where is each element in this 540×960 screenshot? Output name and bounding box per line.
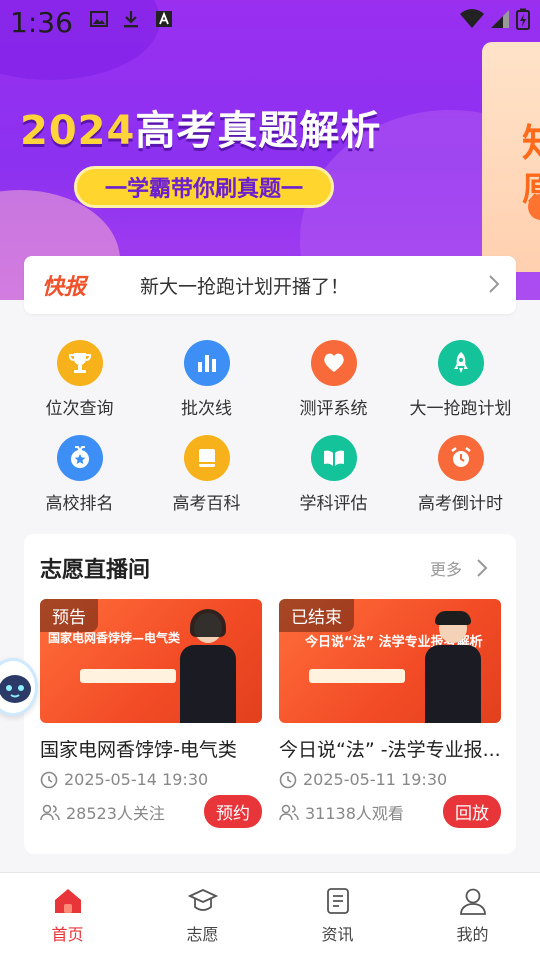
thumbnail-date-band xyxy=(309,669,405,683)
next-banner-card[interactable]: 知 原 xyxy=(482,42,540,272)
shortcut-label: 批次线 xyxy=(181,399,232,419)
clock-icon xyxy=(40,771,58,788)
thumbnail-title: 国家电网香饽饽—电气类 xyxy=(48,631,181,645)
tab-profile[interactable]: 我的 xyxy=(405,873,540,960)
bar-chart-icon xyxy=(183,340,230,386)
shortcut-batch-line[interactable]: 批次线 xyxy=(143,340,270,419)
live-thumbnail[interactable]: 已结束 今日说“法” 法学专业报考解析 xyxy=(279,599,501,723)
shortcut-label: 位次查询 xyxy=(45,399,114,419)
shortcut-subject-evaluation[interactable]: 学科评估 xyxy=(270,435,397,514)
banner-subtitle: 一学霸带你刷真题一 xyxy=(74,166,334,208)
banner-title-text: 高考真题解析 xyxy=(135,108,382,154)
shortcut-gaokao-wiki[interactable]: 高考百科 xyxy=(143,435,270,514)
live-datetime: 2025-05-11 19:30 xyxy=(303,770,448,789)
live-datetime-row: 2025-05-14 19:30 xyxy=(40,770,262,789)
chevron-right-icon[interactable] xyxy=(476,558,488,578)
banner-title: 2024高考真题解析 xyxy=(20,98,381,156)
people-icon xyxy=(279,804,299,820)
tab-volunteer[interactable]: 志愿 xyxy=(135,873,270,960)
news-badge: 快报 xyxy=(42,275,87,300)
news-text: 新大一抢跑计划开播了！ xyxy=(140,276,350,298)
banner-year: 2024 xyxy=(20,108,136,154)
battery-icon xyxy=(516,8,530,30)
clock-icon xyxy=(279,771,297,788)
more-link[interactable]: 更多 xyxy=(430,556,462,580)
live-title: 今日说“法” -法学专业报... xyxy=(279,739,501,761)
tab-label: 我的 xyxy=(456,925,489,944)
shortcut-head-start-plan[interactable]: 大一抢跑计划 xyxy=(397,340,524,419)
live-item[interactable]: 预告 国家电网香饽饽—电气类 国家电网香饽饽-电气类 2025-05-14 19… xyxy=(40,599,262,828)
live-datetime: 2025-05-14 19:30 xyxy=(64,770,209,789)
shortcut-university-ranking[interactable]: 高校排名 xyxy=(16,435,143,514)
tab-news[interactable]: 资讯 xyxy=(270,873,405,960)
user-icon xyxy=(459,888,486,915)
live-title: 国家电网香饽饽-电气类 xyxy=(40,739,237,761)
news-icon xyxy=(326,888,349,914)
graduation-cap-icon xyxy=(187,889,218,911)
live-count: 28523人关注 xyxy=(66,803,165,823)
host-photo xyxy=(180,609,236,723)
status-badge: 已结束 xyxy=(279,599,354,632)
heart-icon xyxy=(310,340,357,386)
status-bar: 1:36 xyxy=(0,0,540,44)
bottom-tab-bar: 首页 志愿 资讯 我的 xyxy=(0,872,540,960)
font-icon xyxy=(156,11,172,27)
shortcut-label: 大一抢跑计划 xyxy=(409,399,512,419)
live-thumbnail[interactable]: 预告 国家电网香饽饽—电气类 xyxy=(40,599,262,723)
tab-home[interactable]: 首页 xyxy=(0,873,135,960)
chevron-right-icon xyxy=(489,275,500,293)
live-count: 31138人观看 xyxy=(305,803,404,823)
shortcut-label: 测评系统 xyxy=(299,399,368,419)
image-icon xyxy=(90,11,108,27)
shortcut-countdown[interactable]: 高考倒计时 xyxy=(397,435,524,514)
book-icon xyxy=(183,435,230,481)
live-room-card: 志愿直播间 更多 预告 国家电网香饽饽—电气类 国家电网香饽饽-电气类 2025… xyxy=(24,534,516,854)
tab-label: 资讯 xyxy=(321,925,354,944)
live-stats-row: 31138人观看 回放 xyxy=(279,795,501,828)
side-card-text: 知 xyxy=(522,112,540,167)
reserve-button[interactable]: 预约 xyxy=(204,795,262,828)
live-item[interactable]: 已结束 今日说“法” 法学专业报考解析 今日说“法” -法学专业报... 202… xyxy=(279,599,501,828)
tab-label: 首页 xyxy=(51,925,84,944)
open-book-icon xyxy=(310,435,357,481)
replay-button[interactable]: 回放 xyxy=(443,795,501,828)
shortcut-assessment[interactable]: 测评系统 xyxy=(270,340,397,419)
shortcut-label: 学科评估 xyxy=(299,494,368,514)
signal-icon xyxy=(491,10,509,28)
shortcut-grid: 位次查询 批次线 测评系统 大一抢跑计划 高校排名 高考百科 学科评估 高考倒计… xyxy=(16,340,524,514)
status-time: 1:36 xyxy=(10,6,73,39)
trophy-icon xyxy=(56,340,103,386)
tab-label: 志愿 xyxy=(186,925,219,944)
wifi-icon xyxy=(460,9,484,28)
live-datetime-row: 2025-05-11 19:30 xyxy=(279,770,501,789)
medal-icon xyxy=(56,435,103,481)
host-photo xyxy=(425,611,481,723)
alarm-clock-icon xyxy=(437,435,484,481)
home-icon xyxy=(54,889,81,913)
robot-icon xyxy=(0,675,31,703)
download-icon xyxy=(124,11,138,28)
status-badge: 预告 xyxy=(40,599,98,632)
thumbnail-date-band xyxy=(80,669,176,683)
live-stats-row: 28523人关注 预约 xyxy=(40,795,262,828)
shortcut-label: 高校排名 xyxy=(45,494,114,514)
rocket-icon xyxy=(437,340,484,386)
section-heading: 志愿直播间 xyxy=(40,558,151,583)
shortcut-label: 高考倒计时 xyxy=(418,494,503,514)
promo-banner[interactable]: 知 原 2024高考真题解析 一学霸带你刷真题一 xyxy=(0,0,540,300)
assistant-robot-button[interactable] xyxy=(0,658,38,716)
shortcut-rank-query[interactable]: 位次查询 xyxy=(16,340,143,419)
people-icon xyxy=(40,804,60,820)
news-ticker[interactable]: 快报 新大一抢跑计划开播了！ xyxy=(24,256,516,314)
shortcut-label: 高考百科 xyxy=(172,494,241,514)
